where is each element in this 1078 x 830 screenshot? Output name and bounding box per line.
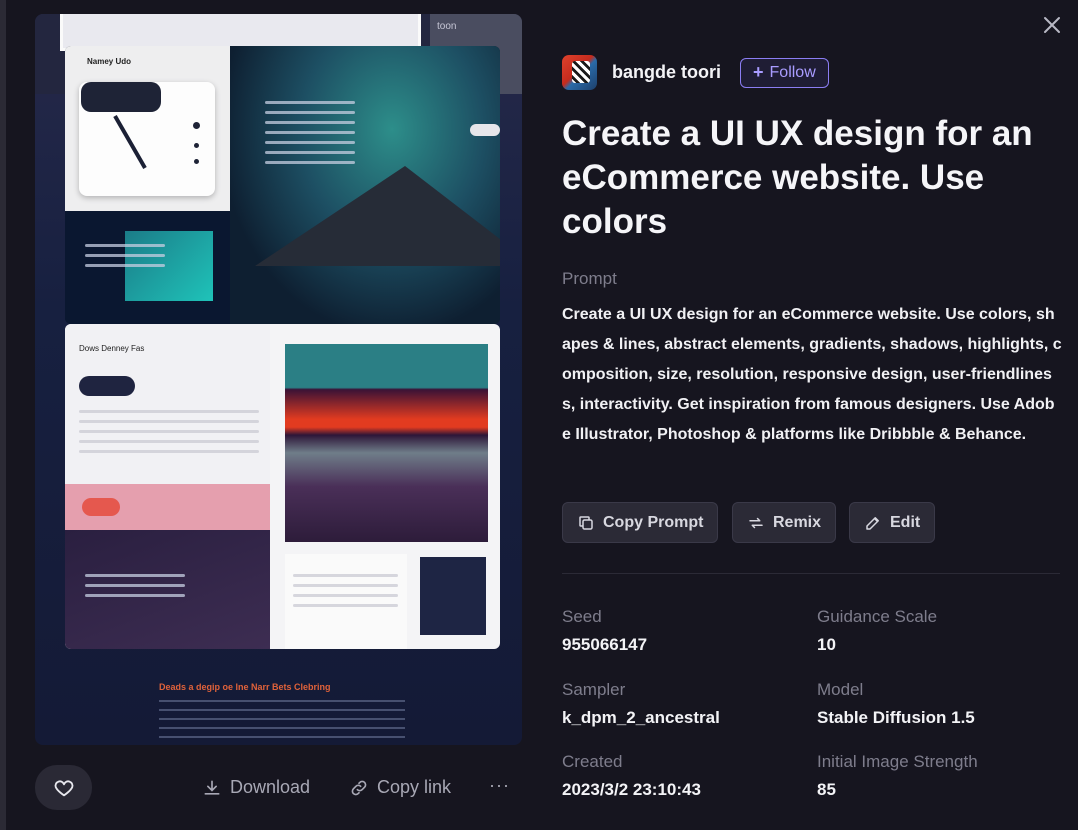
- prompt-label: Prompt: [562, 269, 617, 288]
- guidance-scale-value: 10: [817, 635, 836, 654]
- avatar[interactable]: [562, 55, 597, 90]
- mockup-lower: Dows Denney Fas: [65, 324, 500, 649]
- heart-icon: [54, 779, 73, 796]
- download-label: Download: [230, 777, 311, 797]
- created-value: 2023/3/2 23:10:43: [562, 780, 701, 799]
- generated-image[interactable]: toon Namey Udo Dows Denney Fas Deads a d…: [35, 14, 522, 745]
- copy-prompt-button[interactable]: Copy Prompt: [562, 502, 719, 543]
- image-top-label: toon: [437, 21, 457, 32]
- left-edge-strip: [0, 0, 6, 830]
- mockup-upper: Namey Udo: [65, 46, 500, 324]
- copy-link-label: Copy link: [377, 777, 452, 797]
- sampler-label: Sampler: [562, 680, 626, 699]
- edit-label: Edit: [890, 513, 921, 531]
- copy-prompt-label: Copy Prompt: [603, 513, 704, 531]
- author-name[interactable]: bangde toori: [612, 62, 721, 83]
- page-title: Create a UI UX design for an eCommerce w…: [562, 114, 1033, 241]
- initial-image-strength-value: 85: [817, 780, 836, 799]
- created-label: Created: [562, 752, 623, 771]
- prompt-text: Create a UI UX design for an eCommerce w…: [562, 306, 1062, 443]
- guidance-scale-label: Guidance Scale: [817, 607, 938, 626]
- follow-label: Follow: [769, 63, 816, 81]
- sampler-value: k_dpm_2_ancestral: [562, 708, 720, 727]
- follow-button[interactable]: + Follow: [740, 57, 829, 88]
- edit-button[interactable]: Edit: [849, 502, 936, 543]
- more-options-button[interactable]: ···: [489, 775, 510, 796]
- mockup-section-header: Dows Denney Fas: [79, 344, 145, 353]
- author-row: bangde toori + Follow: [562, 55, 829, 90]
- download-button[interactable]: Download: [202, 777, 310, 798]
- mockup-title: Namey Udo: [87, 57, 132, 66]
- model-label: Model: [817, 680, 864, 699]
- edit-icon: [866, 516, 879, 530]
- plus-icon: +: [753, 62, 764, 82]
- seed-label: Seed: [562, 607, 602, 626]
- initial-image-strength-label: Initial Image Strength: [817, 752, 978, 771]
- copy-icon: [579, 515, 593, 530]
- close-button[interactable]: [1040, 13, 1064, 37]
- remix-button[interactable]: Remix: [732, 502, 837, 543]
- remix-icon: [749, 517, 763, 528]
- close-icon: [1044, 17, 1060, 33]
- download-icon: [204, 780, 220, 795]
- seed-value: 955066147: [562, 635, 648, 654]
- like-button[interactable]: [35, 765, 92, 810]
- link-icon: [351, 780, 367, 795]
- image-caption: Deads a degip oe lne Narr Bets Clebring: [159, 682, 331, 692]
- divider: [562, 573, 1060, 574]
- model-value: Stable Diffusion 1.5: [817, 708, 975, 727]
- remix-label: Remix: [773, 513, 822, 531]
- copy-link-button[interactable]: Copy link: [349, 777, 451, 798]
